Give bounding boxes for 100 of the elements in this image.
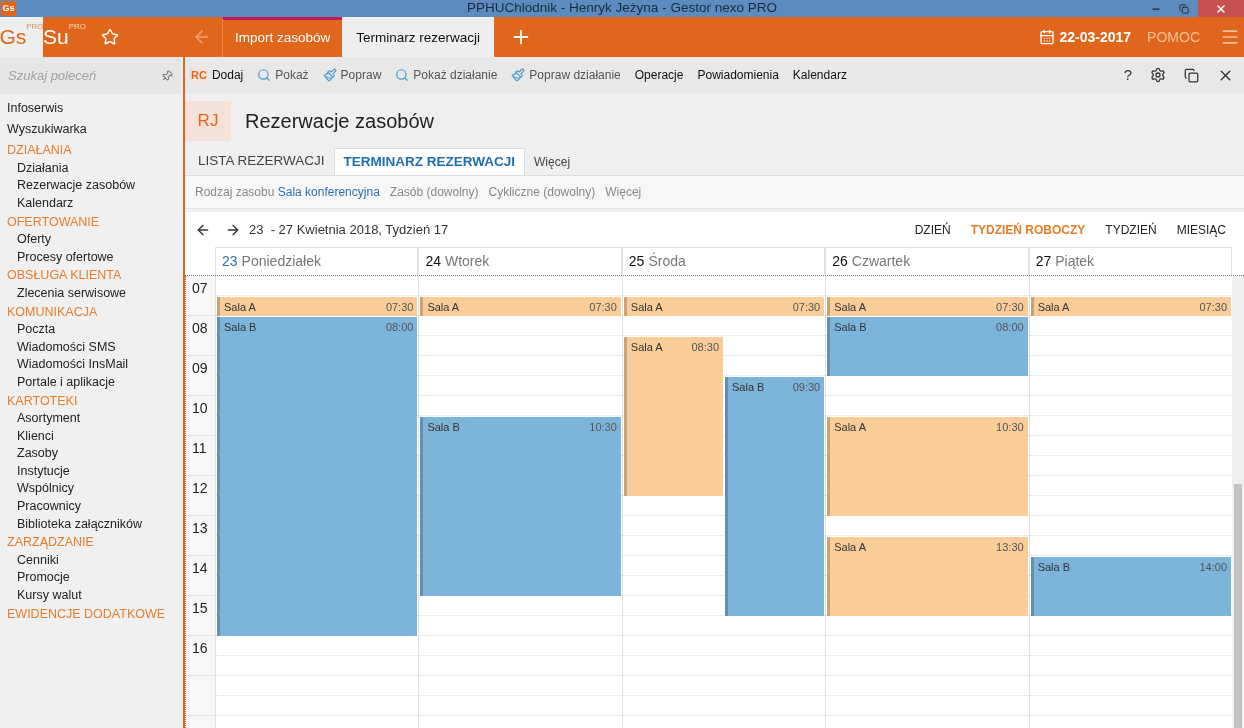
sidebar-item[interactable]: Działania	[0, 159, 183, 178]
sidebar-item[interactable]: Wiadomości SMS	[0, 338, 183, 357]
view-button[interactable]: DZIEŃ	[914, 220, 951, 239]
toolbar-button[interactable]: Popraw	[322, 66, 382, 84]
event-title: Sala A	[427, 300, 460, 315]
rc-badge: RC	[190, 66, 208, 84]
sidebar-item[interactable]: Wspólnicy	[0, 480, 183, 499]
toolbar-button[interactable]: Kalendarz	[792, 66, 847, 84]
event-block[interactable]: Sala B 10:30	[420, 417, 621, 596]
event-block[interactable]: Sala A 13:30	[827, 537, 1028, 616]
event-time: 07:30	[792, 300, 821, 315]
sidebar-item[interactable]: Zlecenia serwisowe	[0, 284, 183, 303]
view-button[interactable]: TYDZIEŃ	[1105, 220, 1157, 239]
hour-label: 08	[192, 320, 208, 336]
day-number: 27	[1035, 252, 1052, 271]
toolbar-button[interactable]: Powiadomienia	[697, 66, 779, 84]
search-field[interactable]: Szukaj poleceń	[0, 57, 181, 94]
event-title: Sala A	[834, 300, 867, 315]
sidebar-item[interactable]: Cenniki	[0, 551, 183, 570]
day-name: Środa	[648, 251, 686, 271]
day-name: Wtorek	[445, 252, 490, 271]
close-button[interactable]	[1198, 0, 1244, 17]
sidebar-item[interactable]: Asortyment	[0, 410, 183, 428]
event-block[interactable]: Sala A 07:30	[827, 297, 1028, 316]
brush-icon	[511, 68, 526, 82]
star-icon[interactable]	[101, 28, 119, 46]
restore-icon[interactable]	[1184, 67, 1199, 83]
event-block[interactable]: Sala B 14:00	[1030, 557, 1232, 616]
page-title: Rezerwacje zasobów	[245, 109, 434, 134]
hour-label: 16	[192, 640, 208, 656]
sidebar-item[interactable]: Kalendarz	[0, 194, 183, 213]
event-title: Sala A	[1037, 300, 1070, 315]
sidebar-item[interactable]: Instytucje	[0, 462, 183, 481]
sidebar-item[interactable]: Infoserwis	[0, 100, 183, 118]
event-title: Sala A	[834, 540, 867, 555]
event-time: 14:00	[1199, 560, 1228, 575]
restore-icon	[1179, 3, 1189, 14]
event-block[interactable]: Sala A 07:30	[623, 297, 825, 316]
event-time: 09:30	[792, 380, 821, 395]
filter-button[interactable]: Rodzaj zasobu Sala konferencyjna	[195, 183, 380, 201]
event-time: 13:30	[996, 540, 1024, 555]
window-title: PPHUChlodnik - Henryk Jeżyna - Gestor nexo PRO	[467, 0, 777, 18]
view-tab[interactable]: LISTA REZERWACJI	[189, 148, 334, 175]
settings-icon[interactable]	[1150, 67, 1166, 83]
event-block[interactable]: Sala B 08:00	[827, 317, 1028, 376]
event-block[interactable]: Sala A 10:30	[827, 417, 1028, 516]
event-time: 07:30	[996, 300, 1024, 315]
event-block[interactable]: Sala A 07:30	[1030, 297, 1232, 316]
hour-label: 10	[192, 400, 208, 416]
sidebar-item[interactable]: Promocje	[0, 569, 183, 588]
close-icon	[1215, 2, 1227, 15]
sidebar-item[interactable]: Portale i aplikacje	[0, 373, 183, 392]
day-name: Czwartek	[851, 252, 911, 271]
sidebar-item[interactable]: Klienci	[0, 427, 183, 446]
sidebar-item[interactable]: Zasoby	[0, 445, 183, 463]
day-name: Piątek	[1055, 252, 1095, 271]
event-block[interactable]: Sala B 09:30	[725, 377, 825, 616]
toolbar-button[interactable]: Popraw działanie	[511, 66, 621, 84]
view-button[interactable]: MIESIĄC	[1176, 220, 1226, 239]
sidebar-item[interactable]: Wiadomości InsMail	[0, 356, 183, 374]
event-time: 10:30	[996, 420, 1024, 435]
view-tab[interactable]: TERMINARZ REZERWACJI	[333, 148, 526, 175]
help-button[interactable]: ?	[1123, 63, 1132, 87]
sidebar-item[interactable]: Poczta	[0, 321, 183, 339]
event-block[interactable]: Sala A 07:30	[420, 297, 621, 316]
event-title: Sala A	[224, 300, 256, 315]
day-number: 25	[628, 252, 645, 271]
sidebar-item[interactable]: Oferty	[0, 231, 183, 249]
toolbar-button[interactable]: RC Dodaj	[190, 66, 244, 84]
toolbar-button[interactable]: Operacje	[634, 66, 684, 84]
hour-label: 15	[192, 600, 208, 616]
event-title: Sala B	[834, 320, 867, 335]
day-number: 23	[222, 252, 238, 271]
day-number: 24	[425, 252, 441, 271]
app-icon: Gs	[1, 1, 16, 16]
search-input[interactable]: Szukaj poleceń	[8, 65, 148, 86]
event-title: Sala B	[1037, 560, 1071, 575]
event-time: 08:30	[691, 340, 719, 355]
event-block[interactable]: Sala A 08:30	[623, 337, 723, 496]
event-title: Sala B	[427, 420, 460, 435]
event-time: 08:00	[996, 320, 1024, 335]
event-title: Sala B	[224, 320, 257, 335]
sidebar-item[interactable]: Kursy walut	[0, 587, 183, 605]
search-icon	[257, 68, 272, 82]
event-block[interactable]: Sala B 08:00	[217, 317, 418, 636]
toolbar-button[interactable]: Pokaż	[257, 66, 309, 84]
menu-icon[interactable]	[1220, 27, 1240, 47]
event-time: 08:00	[385, 320, 414, 335]
event-title: Sala A	[630, 340, 663, 355]
app-tab[interactable]: Terminarz rezerwacji	[342, 17, 495, 57]
event-block[interactable]: Sala A 07:30	[217, 297, 418, 316]
view-tab[interactable]: Więcej	[525, 148, 580, 175]
sidebar-item[interactable]: Pracownicy	[0, 498, 183, 516]
sidebar-item[interactable]: Biblioteka załączników	[0, 515, 183, 534]
toolbar-button[interactable]: Pokaż działanie	[395, 66, 498, 84]
sidebar-item[interactable]: Procesy ofertowe	[0, 248, 183, 267]
calendar-icon[interactable]	[1039, 29, 1056, 45]
scrollbar[interactable]	[1232, 276, 1244, 728]
sidebar-item[interactable]: Rezerwacje zasobów	[0, 177, 183, 195]
sidebar-item[interactable]: Wyszukiwarka	[0, 120, 183, 139]
